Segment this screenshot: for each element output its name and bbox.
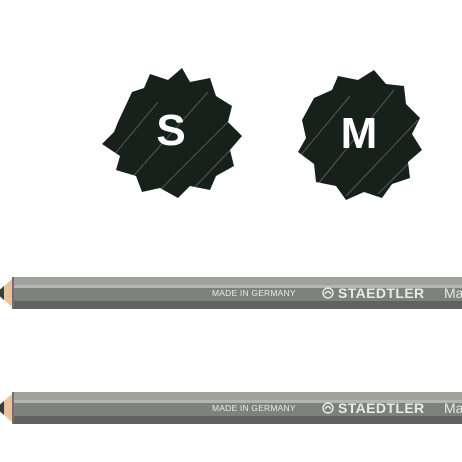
brand-mark: STAEDTLER: [322, 386, 425, 430]
brand-mark: STAEDTLER: [322, 271, 425, 315]
pencil-top: MADE IN GERMANY STAEDTLER Ma: [0, 271, 462, 315]
mars-head-logo-icon: [322, 287, 334, 299]
swatch-s: S: [98, 62, 244, 200]
mars-head-logo-icon: [322, 402, 334, 414]
brand-name: STAEDTLER: [338, 400, 425, 416]
swatch-letter-m: M: [340, 109, 378, 158]
model-name: Ma: [444, 285, 462, 301]
swatch-letter-s: S: [156, 106, 186, 155]
swatch-m: M: [294, 66, 424, 202]
made-in-germany-label: MADE IN GERMANY: [212, 403, 296, 413]
model-name: Ma: [444, 400, 462, 416]
pencil-bottom: MADE IN GERMANY STAEDTLER Ma: [0, 386, 462, 430]
made-in-germany-label: MADE IN GERMANY: [212, 288, 296, 298]
brand-name: STAEDTLER: [338, 285, 425, 301]
